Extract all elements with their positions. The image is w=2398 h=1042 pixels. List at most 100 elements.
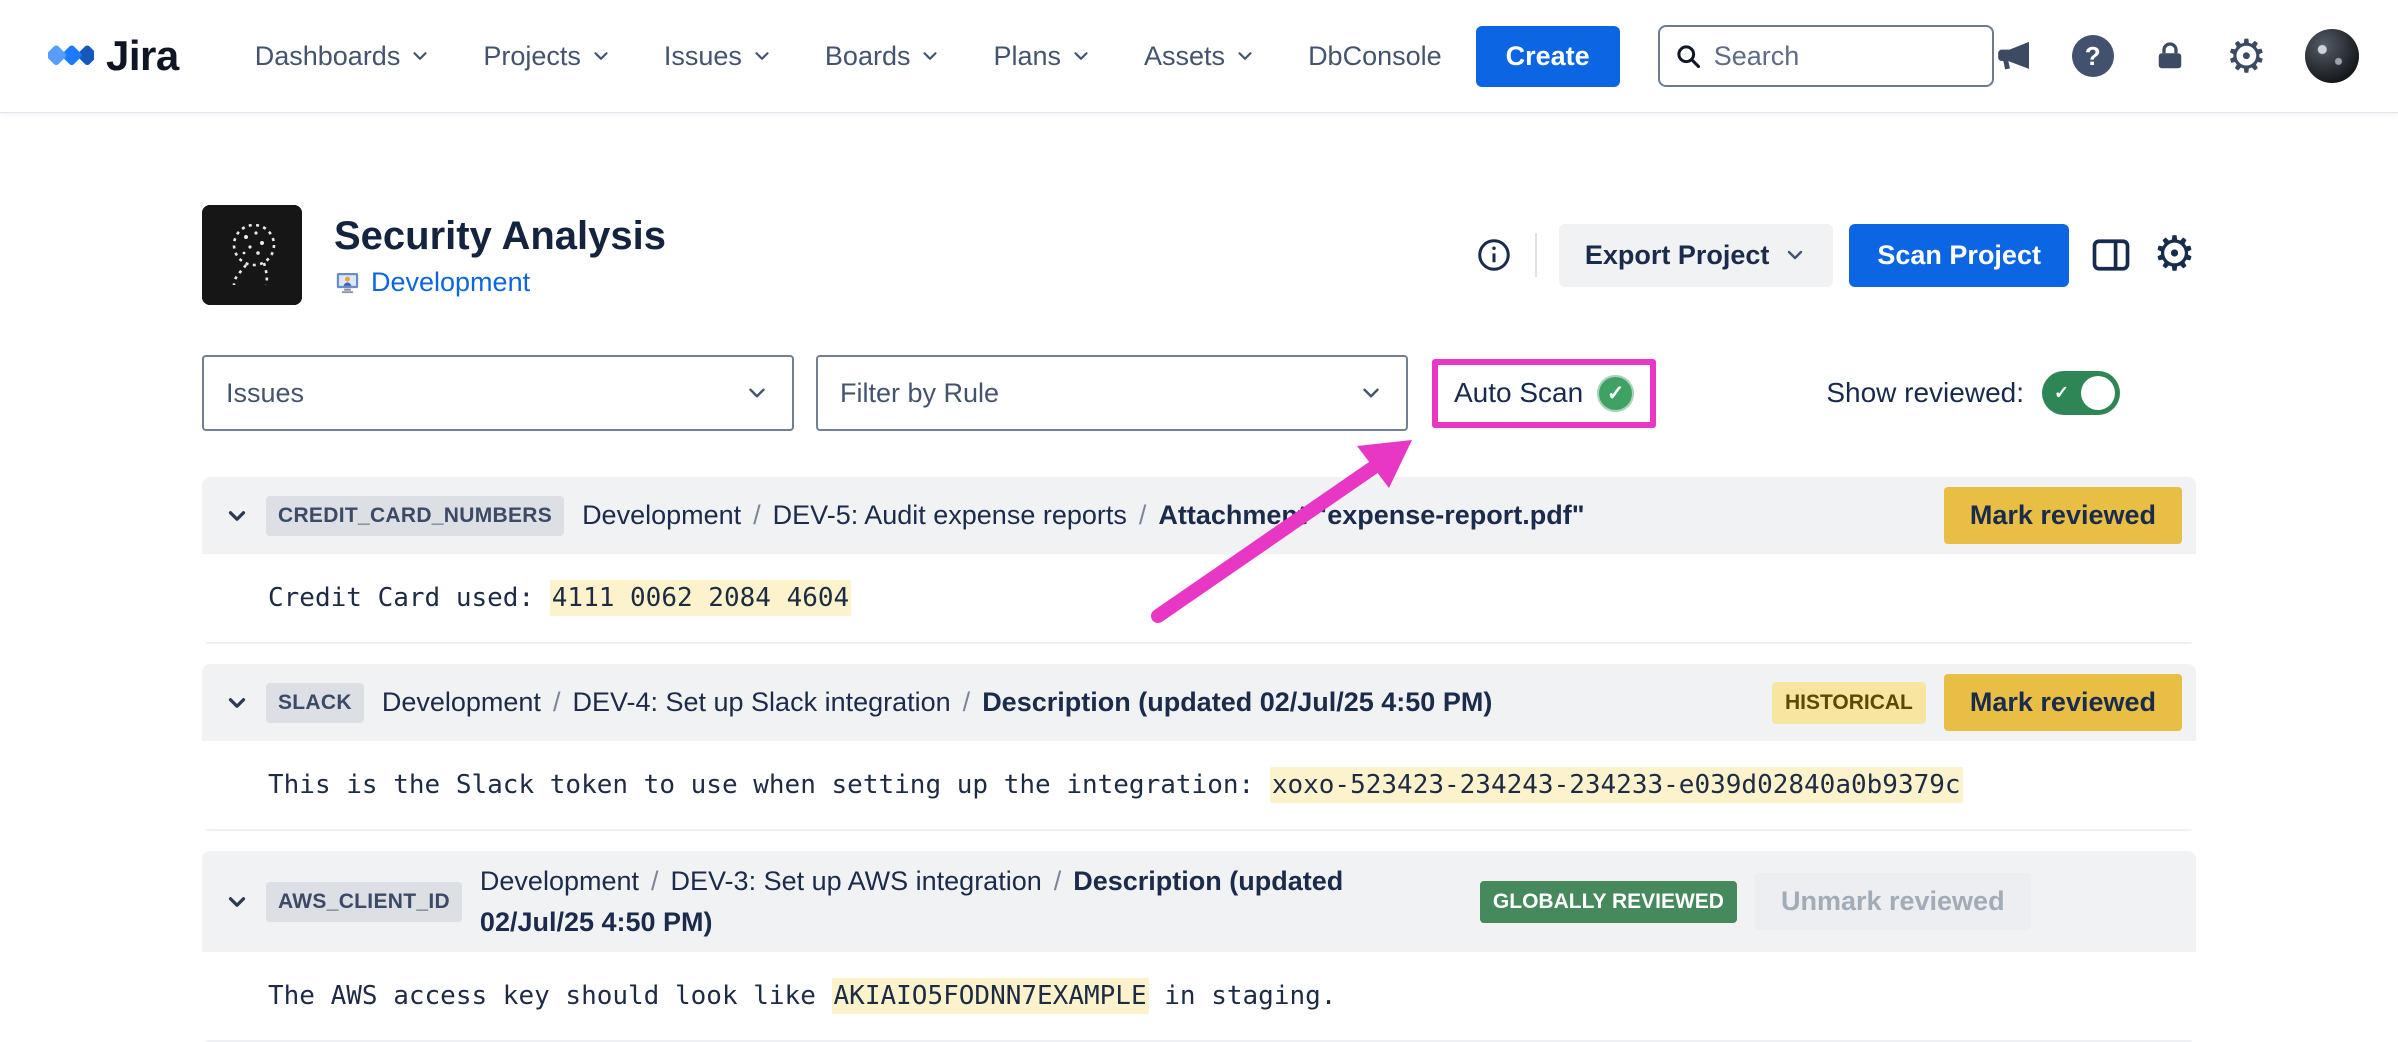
export-project-button[interactable]: Export Project [1559,224,1834,287]
nav-item-label: Assets [1144,41,1225,72]
auto-scan-control[interactable]: Auto Scan ✓ [1454,375,1634,412]
issues-filter-value: Issues [226,378,744,409]
nav-item-plans[interactable]: Plans [993,41,1092,72]
nav-item-label: Projects [483,41,581,72]
help-icon[interactable]: ? [2072,35,2114,77]
path-separator: / [753,500,761,530]
chevron-down-icon [409,45,431,67]
historical-badge: HISTORICAL [1772,682,1926,724]
collapse-chevron-icon[interactable] [224,690,250,716]
nav-item-projects[interactable]: Projects [483,41,612,72]
jira-logo[interactable]: Jira [48,32,179,80]
finding-header: SLACK Development/DEV-4: Set up Slack in… [202,664,2196,741]
auto-scan-label: Auto Scan [1454,377,1583,409]
nav-item-label: Boards [825,41,911,72]
project-link-row: Development [334,267,666,298]
check-glyph: ✓ [1607,381,1625,406]
project-link[interactable]: Development [371,267,530,298]
unmark-reviewed-button[interactable]: Unmark reviewed [1755,873,2031,930]
snippet-highlight: 4111 0062 2084 4604 [550,580,851,616]
brand-name: Jira [106,32,179,80]
finding-snippet: Credit Card used: 4111 0062 2084 4604 [268,578,2172,618]
path-segment: DEV-5: Audit expense reports [773,500,1127,530]
title-block: Security Analysis Development [334,213,666,298]
collapse-chevron-icon[interactable] [224,889,250,915]
rule-filter-select[interactable]: Filter by Rule [816,355,1408,431]
chevron-down-icon [1358,380,1384,406]
finding-snippet: This is the Slack token to use when sett… [268,765,2172,805]
rule-filter-value: Filter by Rule [840,378,1358,409]
detail-view-icon[interactable] [2089,233,2133,277]
mark-reviewed-button[interactable]: Mark reviewed [1944,674,2182,731]
filter-row: Issues Filter by Rule Auto Scan ✓ Show r… [202,355,2196,431]
snippet-highlight: xoxo-523423-234243-234233-e039d02840a0b9… [1270,767,1963,803]
path-segment: Development [480,866,639,896]
show-reviewed-toggle[interactable]: ✓ [2042,371,2120,415]
finding-body: The AWS access key should look like AKIA… [202,952,2196,1042]
rule-badge: CREDIT_CARD_NUMBERS [266,496,564,536]
board-settings-gear-icon[interactable]: ⚙ [2153,231,2196,279]
finding-header: CREDIT_CARD_NUMBERS Development / DEV-5: A… [202,477,2196,554]
path-segment: Development [582,500,741,530]
path-separator: / [651,866,659,896]
path-segment: Description (updated 02/Jul/25 4:50 PM) [982,687,1492,717]
snippet-text: The AWS access key should look like [268,981,832,1011]
auto-scan-enabled-check-icon: ✓ [1597,375,1634,412]
search-input[interactable] [1714,41,1978,72]
collapse-chevron-icon[interactable] [224,503,250,529]
project-header: Security Analysis Development [202,205,2196,305]
path-segment: Development [382,687,541,717]
project-avatar [202,205,302,305]
create-button[interactable]: Create [1476,26,1620,87]
snippet-text: in staging. [1149,981,1337,1011]
nav-item-assets[interactable]: Assets [1144,41,1256,72]
finding-header: AWS_CLIENT_ID Development / DEV-3: Set up … [202,851,2196,952]
scan-project-button[interactable]: Scan Project [1849,224,2069,287]
nav-item-dbconsole[interactable]: DbConsole [1308,41,1442,72]
path-separator: / [1054,866,1062,896]
chevron-down-icon [1234,45,1256,67]
show-reviewed-control: Show reviewed: ✓ [1826,371,2120,415]
finding-card-slack: SLACK Development/DEV-4: Set up Slack in… [202,664,2196,831]
search-icon [1674,42,1702,70]
globally-reviewed-badge: GLOBALLY REVIEWED [1480,881,1737,923]
main-content: Security Analysis Development [0,205,2398,1042]
gear-glyph: ⚙ [2226,33,2267,79]
user-avatar[interactable] [2305,29,2359,83]
main-nav: Dashboards Projects Issues Boards Plans … [255,41,1442,72]
settings-gear-icon[interactable]: ⚙ [2226,33,2267,79]
chevron-down-icon [744,380,770,406]
nav-item-issues[interactable]: Issues [664,41,773,72]
nav-item-dashboards[interactable]: Dashboards [255,41,432,72]
jira-logo-icon [48,33,94,79]
finding-body: Credit Card used: 4111 0062 2084 4604 [202,554,2196,644]
search-box [1658,25,1994,87]
export-project-label: Export Project [1585,240,1770,271]
issues-filter-select[interactable]: Issues [202,355,794,431]
toggle-knob [2081,376,2115,410]
nav-item-label: Issues [664,41,742,72]
chevron-down-icon [1070,45,1092,67]
path-separator: / [1139,500,1147,530]
mark-reviewed-button[interactable]: Mark reviewed [1944,487,2182,544]
snippet-highlight: AKIAIO5FODNN7EXAMPLE [832,978,1149,1014]
finding-path: Development / DEV-3: Set up AWS integratio… [480,861,1460,942]
finding-body: This is the Slack token to use when sett… [202,741,2196,831]
show-reviewed-label: Show reviewed: [1826,377,2024,409]
lock-icon[interactable] [2152,38,2188,74]
path-segment: DEV-3: Set up AWS integration [671,866,1042,896]
nav-item-boards[interactable]: Boards [825,41,942,72]
nav-item-label: DbConsole [1308,41,1442,72]
vertical-divider [1535,233,1537,277]
navbar-right-icons: ? ⚙ [1994,29,2359,83]
finding-card-aws: AWS_CLIENT_ID Development / DEV-3: Set up … [202,851,2196,1042]
nav-item-label: Plans [993,41,1061,72]
findings-list: CREDIT_CARD_NUMBERS Development / DEV-5: A… [202,477,2196,1042]
info-icon[interactable] [1475,236,1513,274]
rule-badge: AWS_CLIENT_ID [266,882,462,922]
toggle-check-icon: ✓ [2054,383,2069,404]
announcements-megaphone-icon[interactable] [1994,36,2034,76]
gear-glyph: ⚙ [2153,231,2196,279]
page-title: Security Analysis [334,213,666,259]
nav-item-label: Dashboards [255,41,401,72]
